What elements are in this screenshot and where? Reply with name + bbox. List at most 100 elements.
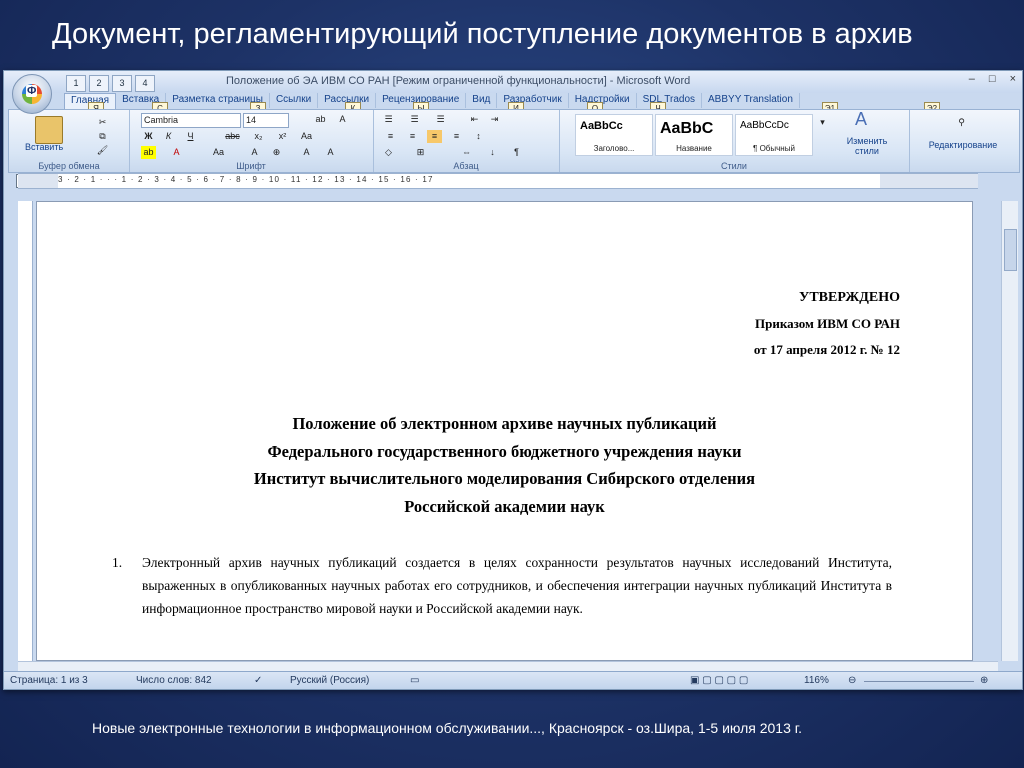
- align-center-icon[interactable]: ≡: [405, 130, 420, 143]
- item-number: 1.: [112, 555, 123, 570]
- page-count[interactable]: Страница: 1 из 3: [10, 675, 88, 686]
- line-spacing-icon[interactable]: ↕: [471, 130, 486, 143]
- zoom-out-icon[interactable]: ⊖: [848, 675, 856, 686]
- slide-title: Документ, регламентирующий поступление д…: [52, 18, 913, 50]
- strikethrough-icon[interactable]: abc: [225, 130, 240, 143]
- zoom-slider[interactable]: [864, 681, 974, 682]
- highlight-icon[interactable]: ab: [141, 146, 156, 159]
- word-window: 1 2 3 4 Положение об ЭА ИВМ СО РАН [Режи…: [3, 70, 1023, 690]
- increase-font-icon[interactable]: A: [299, 146, 314, 159]
- style-heading[interactable]: AaBbCc Заголово...: [575, 114, 653, 156]
- proofing-icon[interactable]: ✓: [254, 675, 262, 686]
- numbering-icon[interactable]: ☰: [407, 113, 422, 126]
- clear-format-icon[interactable]: ab: [313, 113, 328, 126]
- font-dialog-icon[interactable]: A: [335, 113, 350, 126]
- enclose-icon[interactable]: ⊕: [269, 146, 284, 159]
- office-button[interactable]: Ф: [12, 74, 52, 114]
- font-group: Cambria 14 ab A Ж К Ч abc x₂ x² Aa ab A …: [129, 110, 374, 172]
- zoom-level[interactable]: 116%: [804, 675, 829, 686]
- style-preview: AaBbCcDc: [740, 120, 789, 131]
- change-styles-icon[interactable]: A: [849, 110, 873, 128]
- show-marks-icon[interactable]: ¶: [509, 146, 524, 159]
- paste-icon[interactable]: [35, 116, 63, 144]
- save-icon[interactable]: 1: [66, 75, 86, 92]
- sort-icon[interactable]: ↓: [485, 146, 500, 159]
- quick-access-toolbar: 1 2 3 4: [66, 75, 155, 92]
- italic-icon[interactable]: К: [161, 130, 176, 143]
- justify-icon[interactable]: ≡: [449, 130, 464, 143]
- multilevel-icon[interactable]: ☰: [433, 113, 448, 126]
- status-bar: Страница: 1 из 3 Число слов: 842 ✓ Русск…: [4, 671, 1022, 689]
- redo-icon[interactable]: 3: [112, 75, 132, 92]
- item-text: Электронный архив научных публикаций соз…: [142, 555, 892, 616]
- document-page[interactable]: УТВЕРЖДЕНО Приказом ИВМ СО РАН от 17 апр…: [36, 201, 973, 661]
- approve-date: от 17 апреля 2012 г. № 12: [753, 342, 900, 357]
- undo-icon[interactable]: 2: [89, 75, 109, 92]
- approve-title: УТВЕРЖДЕНО: [799, 290, 900, 305]
- paragraph-group: ☰ ☰ ☰ ⇤ ⇥ ≡ ≡ ≡ ≡ ↕ ◇ ⊞ ⇔ ↓ ¶ Абзац: [373, 110, 560, 172]
- tab-abbyy[interactable]: ABBYY Translation: [702, 93, 800, 108]
- underline-icon[interactable]: Ч: [183, 130, 198, 143]
- change-styles-button[interactable]: Изменить стили: [837, 136, 897, 156]
- align-right-icon[interactable]: ≡: [427, 130, 442, 143]
- minimize-button[interactable]: –: [969, 73, 975, 85]
- window-title: Положение об ЭА ИВМ СО РАН [Режим ограни…: [226, 75, 691, 87]
- view-buttons[interactable]: ▣ ▢ ▢ ▢ ▢: [690, 675, 748, 686]
- word-count[interactable]: Число слов: 842: [136, 675, 212, 686]
- bullets-icon[interactable]: ☰: [381, 113, 396, 126]
- shading-icon[interactable]: A: [247, 146, 262, 159]
- tab-view[interactable]: Вид: [466, 93, 498, 108]
- tab-references[interactable]: Ссылки: [270, 93, 319, 108]
- borders-icon[interactable]: ⊞: [413, 146, 428, 159]
- style-name: ¶ Обычный: [753, 144, 795, 153]
- approve-order: Приказом ИВМ СО РАН: [755, 316, 900, 331]
- ribbon: Вставить ✂ ⧉ 🖌 Буфер обмена Cambria 14 a…: [8, 109, 1020, 173]
- list-item: 1. Электронный архив научных публикаций …: [112, 551, 892, 620]
- print-icon[interactable]: 4: [135, 75, 155, 92]
- align-left-icon[interactable]: ≡: [383, 130, 398, 143]
- maximize-button[interactable]: □: [989, 73, 996, 85]
- shading-fill-icon[interactable]: ◇: [381, 146, 396, 159]
- font-name-field[interactable]: Cambria: [141, 113, 241, 128]
- heading-line: Положение об электронном архиве научных …: [292, 414, 717, 433]
- bold-icon[interactable]: Ж: [141, 130, 156, 143]
- font-color-icon[interactable]: A: [169, 146, 184, 159]
- paste-button[interactable]: Вставить: [25, 142, 63, 152]
- decrease-font-icon[interactable]: A: [323, 146, 338, 159]
- styles-label: Стили: [721, 161, 747, 171]
- subscript-icon[interactable]: x₂: [251, 130, 266, 143]
- editing-button[interactable]: Редактирование: [913, 140, 1013, 150]
- font-label: Шрифт: [236, 161, 266, 171]
- zoom-in-icon[interactable]: ⊕: [980, 675, 988, 686]
- asian-layout-icon[interactable]: ⇔: [459, 146, 474, 159]
- language[interactable]: Русский (Россия): [290, 675, 369, 686]
- document-heading: Положение об электронном архиве научных …: [37, 410, 972, 520]
- office-keytip: Ф: [26, 85, 38, 97]
- styles-scroll-icon[interactable]: ▾: [815, 116, 830, 152]
- vertical-scrollbar[interactable]: [1001, 201, 1018, 661]
- paragraph-label: Абзац: [453, 161, 479, 171]
- close-button[interactable]: ×: [1010, 73, 1016, 85]
- binoculars-icon[interactable]: ⚲: [954, 116, 969, 129]
- macro-icon[interactable]: ▭: [410, 675, 419, 686]
- change-case-icon[interactable]: Aa: [299, 130, 314, 143]
- cut-icon[interactable]: ✂: [95, 116, 110, 129]
- clipboard-label: Буфер обмена: [38, 161, 100, 171]
- copy-icon[interactable]: ⧉: [95, 130, 110, 143]
- heading-line: Федерального государственного бюджетного…: [267, 441, 742, 461]
- style-title[interactable]: AaBbC Название: [655, 114, 733, 156]
- tab-sdl-trados[interactable]: SDL Trados: [637, 93, 703, 108]
- horizontal-ruler[interactable]: 3 · 2 · 1 · · · 1 · 2 · 3 · 4 · 5 · 6 · …: [18, 173, 978, 189]
- style-name: Заголово...: [593, 144, 635, 153]
- grow-font-icon[interactable]: Aa: [211, 146, 226, 159]
- font-size-field[interactable]: 14: [243, 113, 289, 128]
- heading-line: Институт вычислительного моделирования С…: [253, 469, 756, 488]
- superscript-icon[interactable]: x²: [275, 130, 290, 143]
- increase-indent-icon[interactable]: ⇥: [487, 113, 502, 126]
- style-normal[interactable]: AaBbCcDc ¶ Обычный: [735, 114, 813, 156]
- ribbon-tabs: Главная Вставка Разметка страницы Ссылки…: [64, 93, 800, 109]
- scroll-thumb[interactable]: [1004, 229, 1017, 271]
- vertical-ruler[interactable]: [18, 201, 33, 661]
- decrease-indent-icon[interactable]: ⇤: [467, 113, 482, 126]
- format-painter-icon[interactable]: 🖌: [95, 144, 110, 157]
